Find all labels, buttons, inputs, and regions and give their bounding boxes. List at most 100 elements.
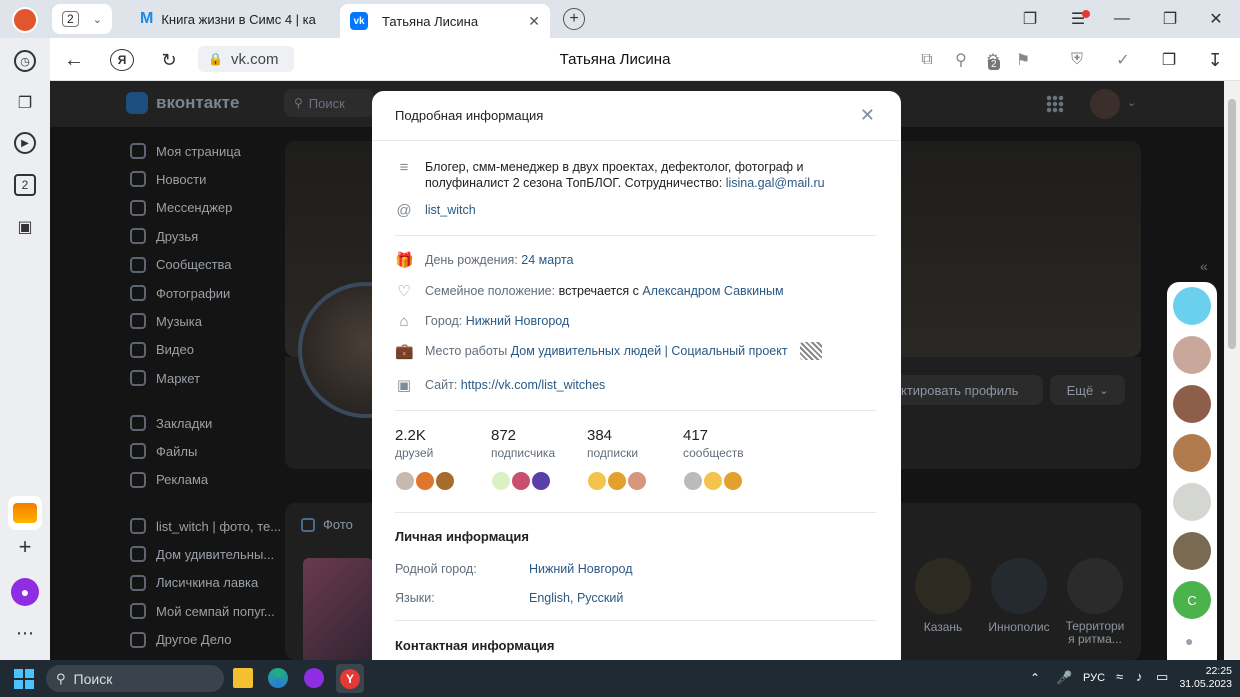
alice-icon[interactable]: ● [11,578,39,606]
minimize-icon[interactable]: — [1112,9,1132,29]
sidebar-item[interactable]: Лисичкина лавка [130,574,258,591]
community-avatar[interactable] [702,470,724,492]
stat-friends[interactable]: 2.2K друзей [395,427,433,460]
follower-avatar[interactable] [490,470,512,492]
translate-icon[interactable]: ⧉ [916,49,938,71]
alice-taskbar-icon[interactable] [304,668,324,688]
community-item[interactable]: Иннополис [987,558,1051,634]
yandex-browser-icon[interactable]: Y [336,664,364,693]
chat-avatar[interactable] [1173,532,1211,570]
sidebar-item[interactable]: Сообщества [130,256,232,273]
photos-tab[interactable]: Фото [301,517,353,532]
mail-icon[interactable] [8,496,42,530]
taskbar-search[interactable]: ⚲ Поиск [46,665,224,692]
volume-icon[interactable]: ♪ [1136,669,1143,684]
collections-icon[interactable]: ❐ [1020,9,1040,29]
tabs-counter-icon[interactable]: 2 [14,174,36,196]
download-icon[interactable]: ↧ [1204,49,1226,71]
collapse-icon[interactable]: « [1200,258,1208,274]
chat-avatar[interactable] [1173,287,1211,325]
community-item[interactable]: Территори я ритма... [1062,558,1128,646]
camera-icon[interactable]: ▣ [14,216,36,238]
sidebar-item[interactable]: Видео [130,341,194,358]
friend-avatar[interactable] [414,470,436,492]
chat-avatar[interactable] [1173,336,1211,374]
apps-grid-icon[interactable] [1046,95,1064,113]
city-link[interactable]: Нижний Новгород [466,314,570,328]
edit-profile-button[interactable]: ктировать профиль [895,375,1043,405]
photo-thumbnail[interactable] [303,558,373,668]
tab-sims[interactable]: M Книга жизни в Симс 4 | ка [130,4,330,34]
maximize-icon[interactable]: ❐ [1160,9,1180,29]
sidebar-item[interactable]: Музыка [130,313,202,330]
microphone-icon[interactable]: 🎤 [1056,670,1072,686]
chevron-down-icon[interactable]: ⌄ [1127,96,1136,109]
chat-avatar[interactable] [1173,385,1211,423]
subscription-avatar[interactable] [586,470,608,492]
community-avatar[interactable] [682,470,704,492]
scrollbar[interactable] [1224,81,1240,660]
subscription-avatar[interactable] [626,470,648,492]
reader-icon[interactable]: ❐ [1158,49,1180,71]
browser-profile-icon[interactable] [12,7,38,33]
community-item[interactable]: Казань [913,558,973,634]
back-icon[interactable]: ← [62,49,86,71]
explorer-icon[interactable] [233,668,253,688]
more-icon[interactable]: ⋯ [14,622,36,644]
reload-icon[interactable]: ↻ [157,49,181,71]
windows-start-icon[interactable] [14,669,34,689]
birthday-link[interactable]: 24 марта [521,253,573,267]
close-window-icon[interactable]: ✕ [1206,9,1226,29]
bookmark-icon[interactable]: ⚑ [1012,49,1034,71]
battery-icon[interactable]: ▭ [1156,669,1168,685]
history-icon[interactable]: ◷ [14,50,36,72]
yandex-icon[interactable]: Я [110,49,134,71]
work-link[interactable]: Дом удивительных людей | Социальный прое… [511,344,788,358]
friend-avatar[interactable] [434,470,456,492]
scrollbar-thumb[interactable] [1228,99,1236,349]
partner-link[interactable]: Александром Савкиным [642,284,783,298]
hometown-link[interactable]: Нижний Новгород [529,562,633,576]
sidebar-item[interactable]: Маркет [130,370,200,387]
chat-icon[interactable]: ● [1185,633,1193,649]
close-icon[interactable]: ✕ [860,105,875,126]
sidebar-item[interactable]: list_witch | фото, те... [130,518,281,534]
follower-avatar[interactable] [510,470,532,492]
sidebar-item[interactable]: Файлы [130,443,197,460]
protect-icon[interactable]: ✓ [1112,49,1134,71]
follower-avatar[interactable] [530,470,552,492]
sidebar-item[interactable]: Дом удивительны... [130,546,274,563]
chat-avatar[interactable] [1173,434,1211,472]
community-avatar[interactable] [722,470,744,492]
vk-logo[interactable]: вконтакте [126,92,239,114]
collections-icon[interactable]: ❐ [14,92,36,114]
add-icon[interactable]: + [14,534,36,559]
tray-chevron-icon[interactable]: ⌃ [1030,671,1040,685]
bio-email-link[interactable]: lisina.gal@mail.ru [726,176,825,190]
sidebar-item[interactable]: Мессенджер [130,199,232,216]
tab-counter-button[interactable]: 2 ⌄ [52,4,112,34]
play-icon[interactable]: ▶ [14,132,36,154]
wifi-icon[interactable]: ≈ [1116,669,1123,684]
sidebar-item[interactable]: Реклама [130,471,208,488]
site-link[interactable]: https://vk.com/list_witches [461,378,606,392]
clock[interactable]: 22:25 31.05.2023 [1176,665,1232,691]
shield-icon[interactable]: ⛨ [1066,49,1088,71]
subscription-avatar[interactable] [606,470,628,492]
sidebar-item[interactable]: Друзья [130,228,198,245]
sidebar-item[interactable]: Мой семпай попуг... [130,603,275,620]
sidebar-item[interactable]: Закладки [130,415,212,431]
user-avatar[interactable] [1090,89,1120,119]
nickname-link[interactable]: list_witch [425,202,476,218]
edge-icon[interactable] [268,668,288,688]
tab-vk-active[interactable]: vk Татьяна Лисина ✕ [340,4,550,38]
chat-avatar-letter[interactable]: С [1173,581,1211,619]
languages-link[interactable]: English, Русский [529,591,623,605]
vk-search-input[interactable]: ⚲ Поиск [284,89,374,117]
sidebar-item[interactable]: Другое Дело [130,631,231,648]
sidebar-item[interactable]: Новости [130,171,206,188]
close-tab-icon[interactable]: ✕ [528,13,540,30]
search-page-icon[interactable]: ⚲ [950,49,972,71]
stat-followers[interactable]: 872 подписчика [491,427,555,460]
new-tab-button[interactable]: + [563,8,585,30]
